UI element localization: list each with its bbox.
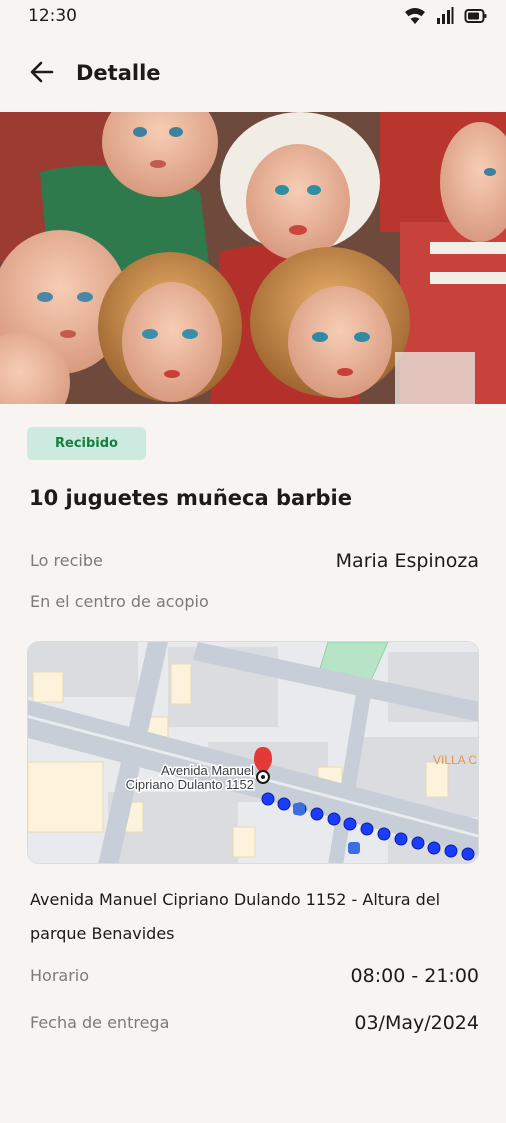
battery-icon [464,7,488,25]
back-button[interactable] [22,56,62,92]
map-pin-icon [254,747,272,784]
signal-icon [436,7,454,25]
map-pin-label-1: Avenida Manuel [161,763,254,778]
wifi-icon [404,7,426,25]
item-title: 10 juguetes muñeca barbie [29,486,352,510]
receiver-value: Maria Espinoza [335,550,479,572]
address-text: Avenida Manuel Cipriano Dulando 1152 - A… [30,890,441,943]
hero-image [0,112,506,404]
schedule-value: 08:00 - 21:00 [350,965,479,987]
schedule-label: Horario [30,966,90,985]
receiver-label: Lo recibe [30,551,103,570]
status-bar: 12:30 [0,0,506,34]
arrow-left-icon [29,59,55,89]
delivery-date-label: Fecha de entrega [30,1013,170,1032]
map-area-label: VILLA C [433,753,477,767]
location-map[interactable]: Avenida Manuel Cipriano Dulanto 1152 VIL… [27,641,479,864]
status-time: 12:30 [28,6,77,26]
app-bar: Detalle [0,44,506,104]
page-title: Detalle [76,61,161,85]
location-note: En el centro de acopio [30,592,209,611]
map-pin-label-2: Cipriano Dulanto 1152 [126,777,254,792]
delivery-date-value: 03/May/2024 [354,1012,479,1034]
status-badge: Recibido [27,427,146,460]
status-icons [404,7,488,25]
